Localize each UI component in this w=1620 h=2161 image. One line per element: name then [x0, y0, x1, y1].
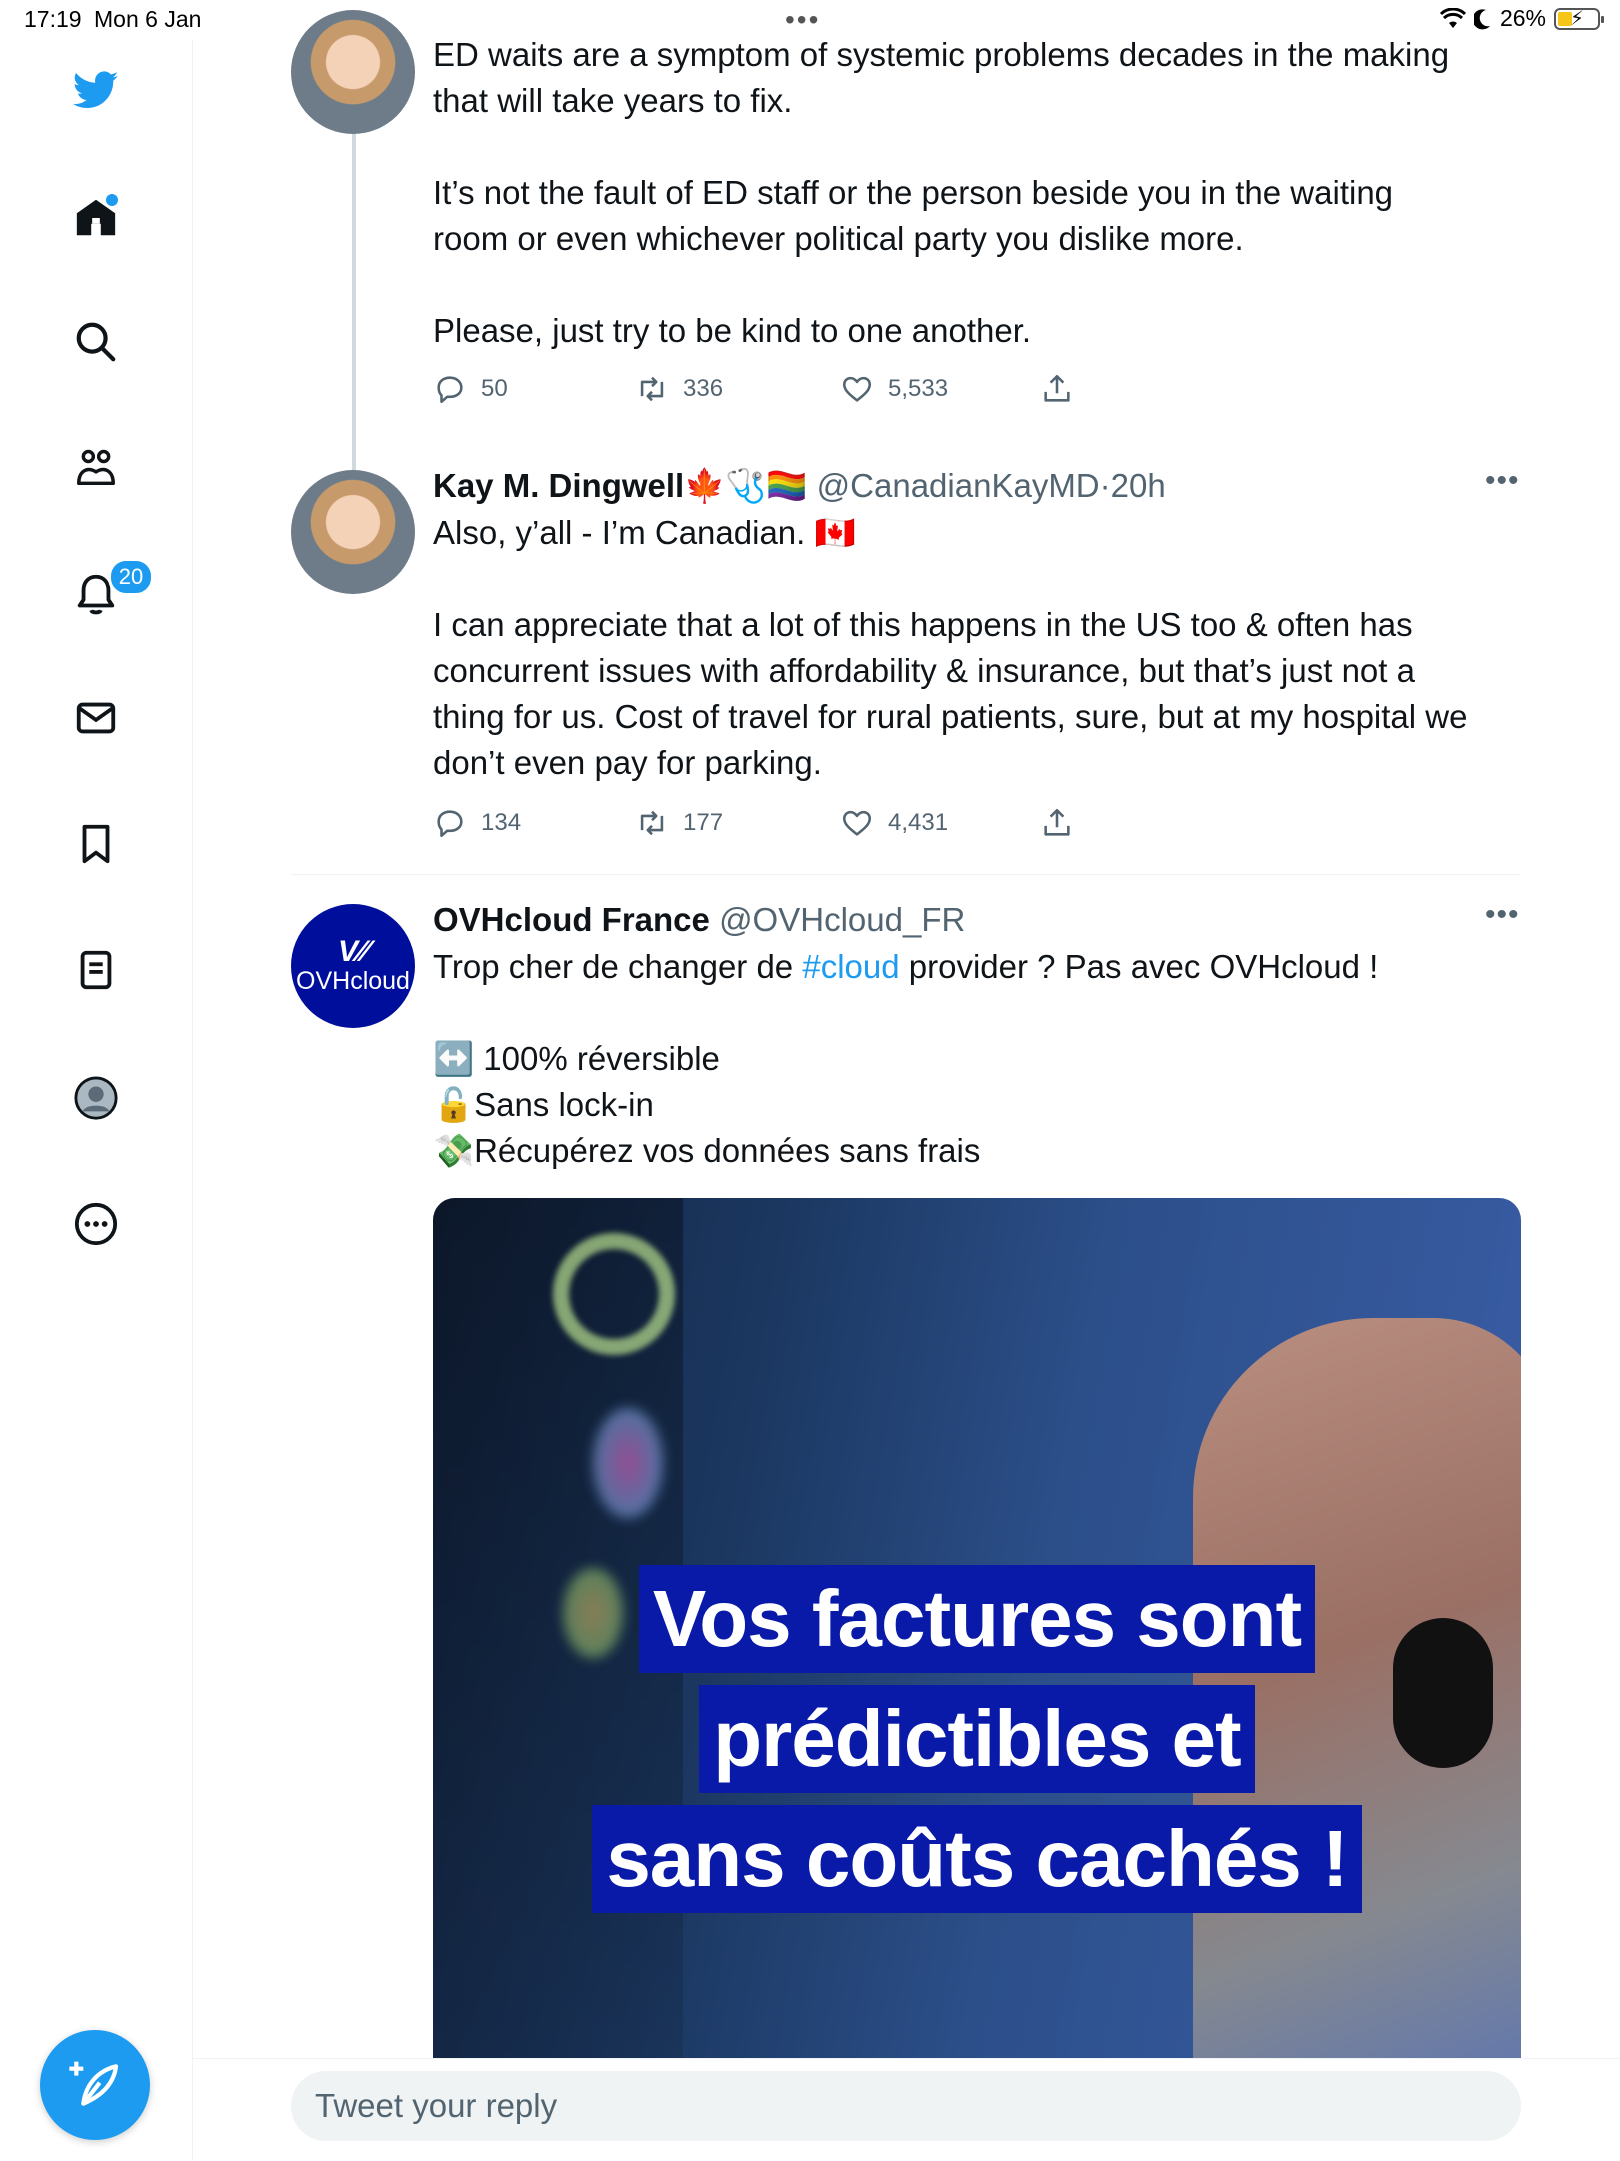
share-button[interactable] — [1040, 372, 1074, 406]
media-caption-line: prédictibles et — [433, 1685, 1521, 1793]
caption-text: Vos factures sont — [638, 1565, 1316, 1673]
tweet-more-icon[interactable]: ••• — [1485, 464, 1520, 498]
hashtag-link[interactable]: #cloud — [802, 948, 899, 985]
timeline: ED waits are a symptom of systemic probl… — [193, 10, 1620, 2160]
reply-button[interactable]: 134 — [433, 806, 635, 840]
tweet-3-bullet: 🔓Sans lock-in — [433, 1086, 654, 1123]
author-name[interactable]: OVHcloud France — [433, 901, 710, 938]
tweet-1-actions: 50 336 5,533 — [433, 372, 1074, 406]
author-avatar[interactable] — [291, 470, 415, 594]
like-button[interactable]: 4,431 — [840, 806, 1040, 840]
like-button[interactable]: 5,533 — [840, 372, 1040, 406]
retweet-icon — [640, 376, 664, 402]
twitter-logo-icon[interactable] — [66, 60, 126, 120]
header-separator: · — [1099, 467, 1111, 504]
tweet-2-text: I can appreciate that a lot of this happ… — [433, 606, 1468, 781]
reply-icon — [437, 810, 463, 838]
lists-icon[interactable] — [66, 940, 126, 1000]
tweet-text-part: provider ? Pas avec OVHcloud ! — [899, 948, 1379, 985]
share-icon — [1044, 374, 1070, 402]
author-name-emoji: 🍁🩺🏳️‍🌈 — [684, 467, 808, 504]
battery-percent: 26% — [1499, 5, 1546, 31]
heart-icon — [842, 376, 872, 402]
tweet-2-first-line: Also, y’all - I’m Canadian. 🇨🇦 — [433, 514, 856, 551]
reply-bar — [193, 2058, 1620, 2161]
tweet-3-bullet: 💸Récupérez vos données sans frais — [433, 1132, 981, 1169]
author-avatar[interactable] — [291, 10, 415, 134]
like-count: 4,431 — [888, 809, 949, 836]
tweet-1-text: ED waits are a symptom of systemic probl… — [433, 36, 1450, 349]
moon-icon — [1473, 8, 1490, 29]
wifi-icon — [1439, 7, 1466, 28]
caption-text: prédictibles et — [699, 1685, 1255, 1793]
retweet-button[interactable]: 336 — [635, 372, 840, 406]
share-button[interactable] — [1040, 806, 1074, 840]
reply-count: 134 — [481, 809, 522, 836]
home-unread-dot — [106, 194, 118, 206]
tweet-divider — [291, 874, 1521, 875]
notifications-bell-icon[interactable]: 20 — [66, 558, 154, 624]
tweet-more-icon[interactable]: ••• — [1485, 898, 1520, 932]
retweet-icon — [640, 810, 664, 836]
retweet-count: 336 — [683, 375, 724, 402]
sidebar: 20 — [0, 40, 193, 2160]
profile-avatar-icon[interactable] — [66, 1068, 126, 1128]
retweet-button[interactable]: 177 — [635, 806, 840, 840]
tweet-3-header: OVHcloud France @OVHcloud_FR — [433, 900, 965, 940]
thread-connector — [352, 120, 356, 500]
reply-icon — [437, 376, 463, 404]
battery-icon: ⚡ — [1554, 7, 1604, 30]
tweet-text-part: Trop cher de changer de — [433, 948, 803, 985]
retweet-count: 177 — [683, 809, 724, 836]
author-name[interactable]: Kay M. Dingwell — [433, 467, 684, 504]
tweet-3-text: Trop cher de changer de #cloud provider … — [433, 944, 1523, 990]
like-count: 5,533 — [888, 375, 949, 402]
caption-text: sans coûts cachés ! — [592, 1805, 1362, 1913]
more-options-icon[interactable] — [66, 1194, 126, 1254]
reply-count: 50 — [481, 375, 508, 402]
reply-button[interactable]: 50 — [433, 372, 635, 406]
ovhcloud-avatar[interactable]: V⁄⁄ OVHcloud — [291, 904, 415, 1028]
ovhcloud-logo-icon: V⁄⁄ — [337, 935, 369, 968]
messages-envelope-icon[interactable] — [66, 688, 126, 748]
communities-icon[interactable] — [66, 438, 126, 498]
compose-tweet-button[interactable] — [40, 2030, 150, 2140]
tweet-media-video[interactable]: Vos factures sont prédictibles et sans c… — [433, 1198, 1521, 2098]
heart-icon — [842, 810, 872, 836]
author-handle[interactable]: @CanadianKayMD — [817, 467, 1100, 504]
author-handle[interactable]: @OVHcloud_FR — [719, 901, 965, 938]
reply-input[interactable] — [291, 2071, 1521, 2141]
notifications-count-badge: 20 — [108, 558, 154, 596]
bookmarks-icon[interactable] — [66, 814, 126, 874]
explore-search-icon[interactable] — [66, 312, 126, 372]
tweet-3-bullet: ↔️ 100% réversible — [433, 1040, 720, 1077]
status-time: 17:19 — [24, 6, 82, 32]
tweet-2-actions: 134 177 4,431 — [433, 806, 1074, 840]
tweet-2-header: Kay M. Dingwell🍁🩺🏳️‍🌈 @CanadianKayMD·20h — [433, 466, 1166, 506]
status-right: 26% ⚡ — [1439, 5, 1604, 32]
media-caption-line: sans coûts cachés ! — [433, 1805, 1521, 1913]
home-icon[interactable] — [66, 188, 126, 248]
avatar-brand-label: OVHcloud — [296, 967, 410, 995]
media-caption-line: Vos factures sont — [433, 1565, 1521, 1673]
share-icon — [1044, 808, 1070, 836]
compose-feather-icon — [69, 2061, 119, 2106]
tweet-time[interactable]: 20h — [1111, 467, 1166, 504]
media-bokeh-light — [553, 1233, 675, 1355]
status-date: Mon 6 Jan — [94, 6, 202, 32]
media-bokeh-light — [593, 1408, 663, 1518]
